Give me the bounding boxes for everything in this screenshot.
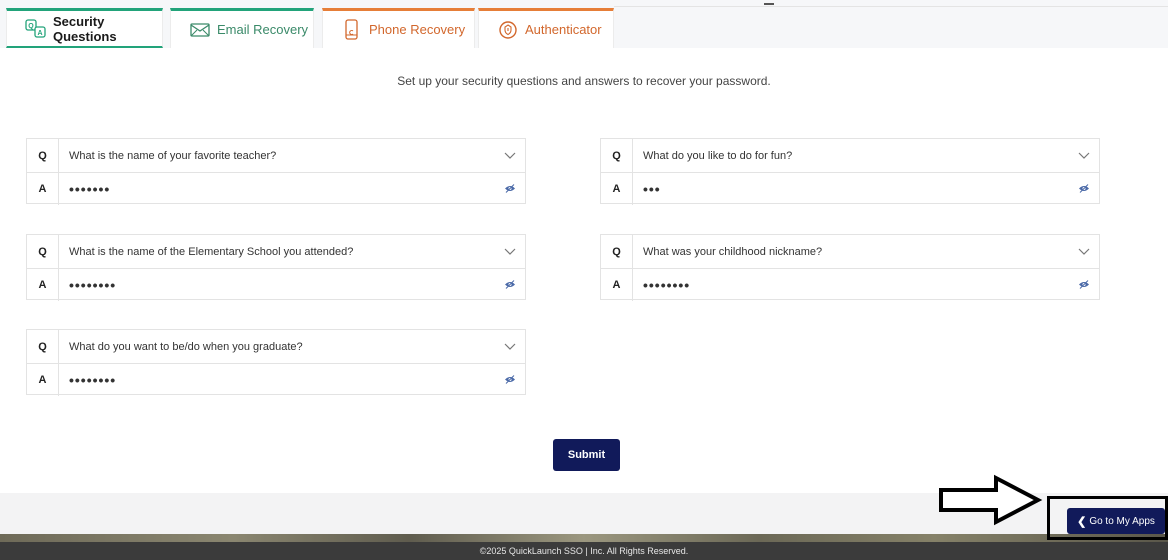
answer-tag: A (601, 172, 633, 205)
answer-input[interactable]: ••• (633, 181, 1069, 197)
answer-tag: A (601, 268, 633, 301)
answer-tag: A (27, 172, 59, 205)
answer-input[interactable]: •••••••• (59, 372, 495, 388)
security-question-card: Q What do you like to do for fun? A ••• (600, 138, 1100, 205)
tab-divider (614, 6, 1168, 7)
question-select[interactable]: What do you like to do for fun? (633, 150, 1069, 162)
question-select[interactable]: What do you want to be/do when you gradu… (59, 341, 495, 353)
recovery-tab-bar: QA Security Questions Email Recovery Pho… (0, 0, 1168, 48)
right-arrow-annotation-icon (939, 474, 1043, 526)
eye-slash-icon[interactable] (495, 280, 525, 289)
background-image-strip (0, 534, 1168, 542)
security-question-card: Q What is the name of your favorite teac… (26, 138, 526, 205)
chevron-left-icon: ❮ (1077, 515, 1087, 528)
eye-slash-icon[interactable] (495, 375, 525, 384)
phone-icon (341, 18, 363, 41)
chevron-down-icon[interactable] (1069, 152, 1099, 160)
question-tag: Q (27, 139, 59, 172)
chevron-down-icon[interactable] (495, 343, 525, 351)
tab-email-recovery[interactable]: Email Recovery (170, 8, 314, 48)
question-select[interactable]: What was your childhood nickname? (633, 246, 1069, 258)
question-tag: Q (601, 235, 633, 268)
qa-icon: QA (25, 18, 47, 40)
tab-authenticator[interactable]: Authenticator (478, 8, 614, 48)
chevron-down-icon[interactable] (495, 248, 525, 256)
security-question-card: Q What was your childhood nickname? A ••… (600, 234, 1100, 301)
tab-phone-recovery[interactable]: Phone Recovery (322, 8, 475, 48)
answer-input[interactable]: •••••••• (59, 277, 495, 293)
answer-tag: A (27, 363, 59, 396)
question-tag: Q (27, 235, 59, 268)
tab-security-questions[interactable]: QA Security Questions (6, 8, 163, 48)
chevron-down-icon[interactable] (1069, 248, 1099, 256)
question-tag: Q (601, 139, 633, 172)
shield-icon (497, 19, 519, 41)
copyright-text: ©2025 QuickLaunch SSO | Inc. All Rights … (479, 546, 689, 556)
go-to-my-apps-button[interactable]: ❮ Go to My Apps (1067, 508, 1165, 534)
answer-input[interactable]: •••••••• (633, 277, 1069, 293)
answer-input[interactable]: ••••••• (59, 181, 495, 197)
tab-label: Phone Recovery (369, 22, 466, 37)
answer-tag: A (27, 268, 59, 301)
svg-text:Q: Q (28, 23, 34, 30)
tab-label: Authenticator (525, 22, 602, 37)
intro-text: Set up your security questions and answe… (397, 74, 771, 88)
eye-slash-icon[interactable] (1069, 184, 1099, 193)
question-tag: Q (27, 330, 59, 363)
security-question-card: Q What is the name of the Elementary Sch… (26, 234, 526, 301)
security-question-card: Q What do you want to be/do when you gra… (26, 329, 526, 396)
eye-slash-icon[interactable] (495, 184, 525, 193)
question-select[interactable]: What is the name of the Elementary Schoo… (59, 246, 495, 258)
tab-label: Email Recovery (217, 22, 309, 37)
tab-label: Security Questions (53, 13, 117, 44)
submit-button[interactable]: Submit (553, 439, 620, 471)
eye-slash-icon[interactable] (1069, 280, 1099, 289)
chevron-down-icon[interactable] (495, 152, 525, 160)
svg-text:A: A (37, 30, 42, 37)
question-select[interactable]: What is the name of your favorite teache… (59, 150, 495, 162)
envelope-icon (189, 19, 211, 41)
copyright-footer: ©2025 QuickLaunch SSO | Inc. All Rights … (0, 542, 1168, 560)
divider-mark (764, 3, 774, 5)
go-to-my-apps-label: Go to My Apps (1089, 515, 1155, 527)
